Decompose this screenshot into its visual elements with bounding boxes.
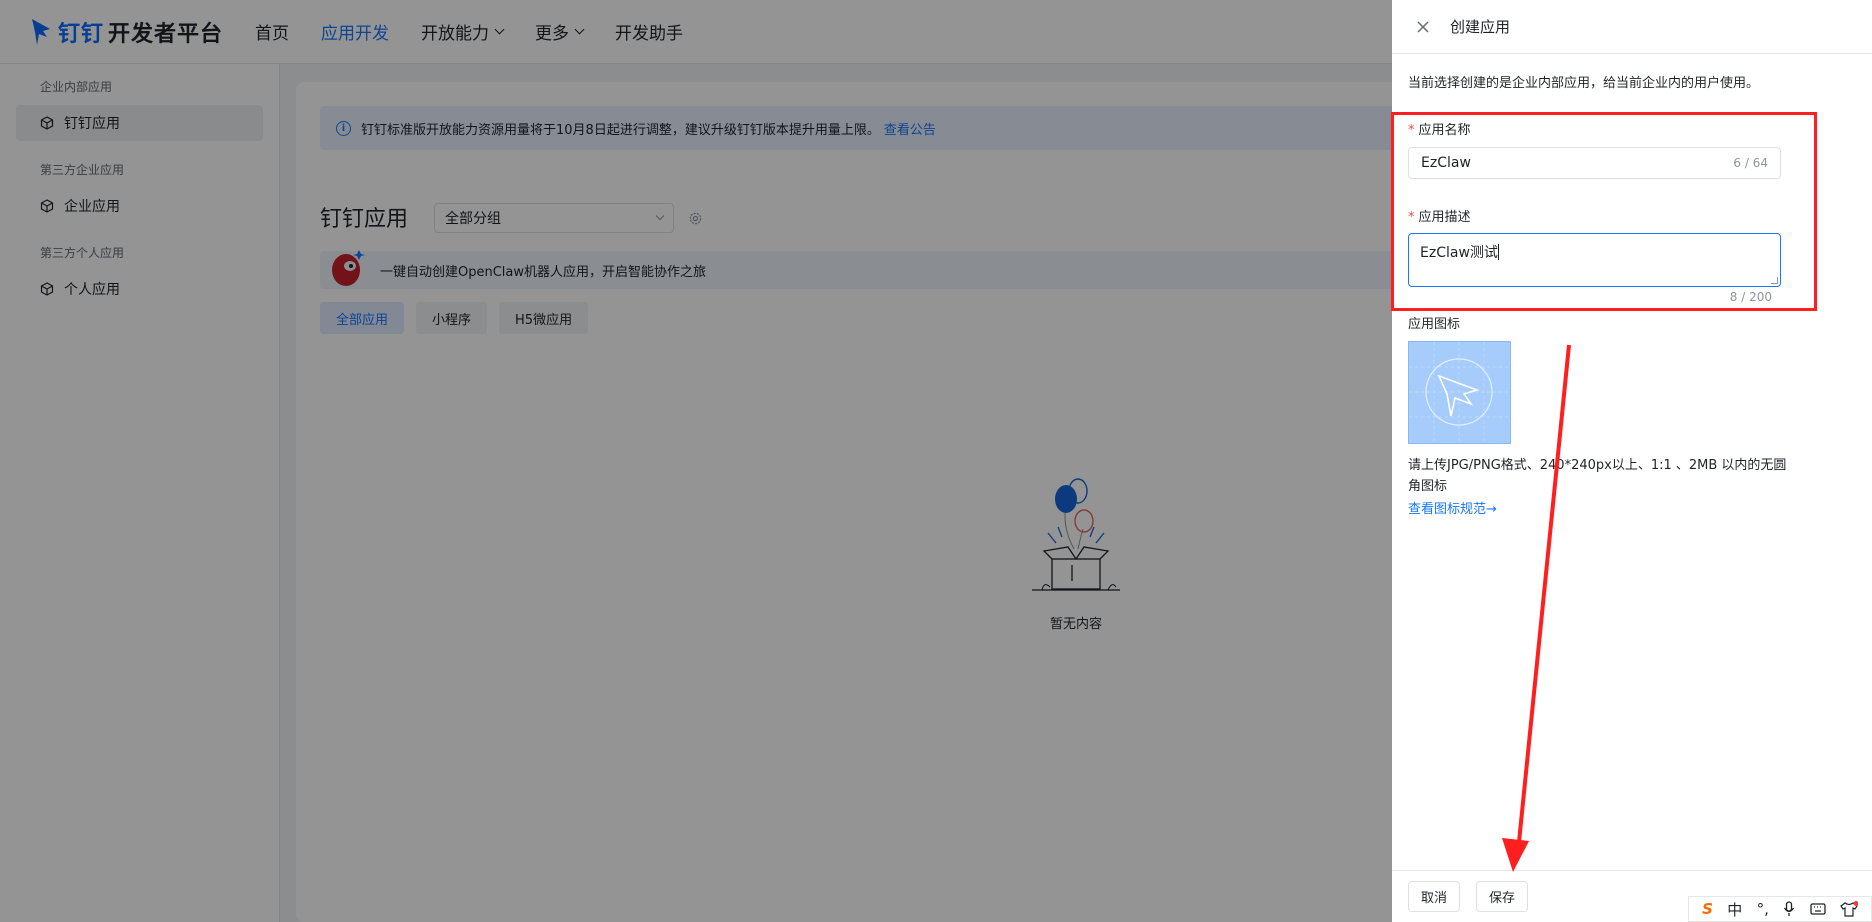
drawer-header: 创建应用 bbox=[1392, 0, 1872, 54]
icon-spec-link[interactable]: 查看图标规范→ bbox=[1408, 498, 1497, 517]
close-icon[interactable] bbox=[1416, 20, 1430, 34]
ime-language[interactable]: 中 bbox=[1727, 899, 1742, 920]
app-icon-upload[interactable] bbox=[1408, 341, 1511, 444]
cancel-button[interactable]: 取消 bbox=[1408, 881, 1461, 912]
drawer-title: 创建应用 bbox=[1450, 18, 1511, 36]
save-button[interactable]: 保存 bbox=[1476, 881, 1529, 912]
sogou-logo-icon: S bbox=[1702, 900, 1713, 918]
modal-mask[interactable] bbox=[0, 0, 1392, 922]
app-icon-placeholder-icon bbox=[1409, 342, 1510, 443]
keyboard-icon[interactable] bbox=[1809, 902, 1826, 916]
highlight-box bbox=[1391, 112, 1817, 311]
skin-shirt-icon[interactable] bbox=[1840, 901, 1858, 917]
app-icon-hint: 请上传JPG/PNG格式、240*240px以上、1:1 、2MB 以内的无圆角… bbox=[1408, 458, 1787, 494]
microphone-icon[interactable] bbox=[1783, 901, 1795, 917]
ime-punctuation[interactable]: °, bbox=[1757, 900, 1769, 918]
drawer-hint: 当前选择创建的是企业内部应用，给当前企业内的用户使用。 bbox=[1408, 76, 1760, 91]
ime-toolbar[interactable]: S 中 °, bbox=[1688, 896, 1872, 922]
app-icon-label: 应用图标 bbox=[1408, 317, 1461, 332]
